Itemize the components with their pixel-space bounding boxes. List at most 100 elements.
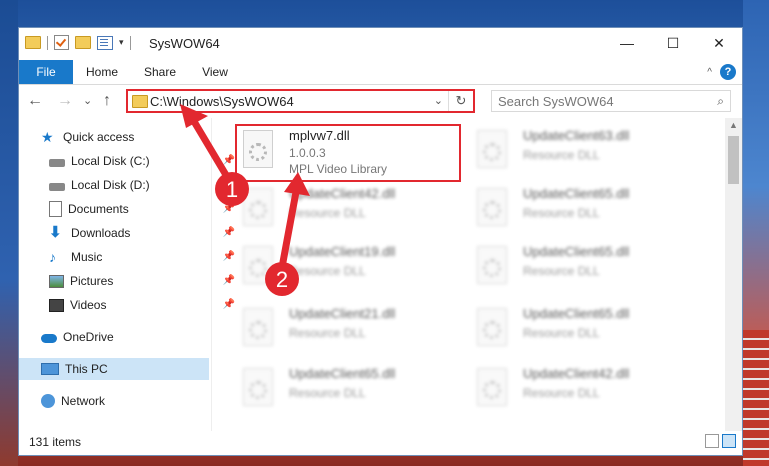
close-button[interactable]: ✕ [696, 28, 742, 58]
ribbon-tabs: File Home Share View ^ ? [19, 60, 742, 85]
file-type: Resource DLL [523, 264, 600, 278]
properties-check-icon[interactable] [54, 35, 69, 50]
status-bar: 131 items [19, 429, 742, 455]
file-item[interactable]: UpdateClient65.dll Resource DLL [469, 180, 699, 238]
sidebar-item-label: Network [61, 394, 106, 408]
maximize-button[interactable]: ☐ [650, 28, 696, 58]
tab-share[interactable]: Share [135, 60, 185, 84]
file-type: Resource DLL [523, 206, 600, 220]
sidebar-item-label: Videos [70, 298, 107, 312]
file-item[interactable]: UpdateClient19.dll Resource DLL [235, 238, 465, 296]
file-name: UpdateClient19.dll [289, 244, 396, 259]
scroll-thumb[interactable] [728, 136, 739, 184]
disk-icon [49, 182, 65, 191]
large-icons-view-icon[interactable] [722, 434, 736, 448]
gear-icon [249, 259, 267, 277]
sidebar-item-downloads[interactable]: ⬇ Downloads 📌 [19, 222, 239, 244]
forward-arrow-icon[interactable]: → [57, 92, 73, 110]
gear-icon [483, 201, 501, 219]
details-view-icon[interactable] [705, 434, 719, 448]
document-icon [49, 201, 62, 217]
search-icon: ⌕ [717, 94, 724, 108]
navigation-pane: ★ Quick access Local Disk (C:) 📌 Local D… [19, 118, 235, 431]
scroll-up-icon[interactable]: ▲ [725, 120, 742, 130]
sidebar-item-this-pc[interactable]: This PC [19, 358, 209, 380]
tab-file[interactable]: File [19, 60, 73, 84]
sidebar-item-quick-access[interactable]: ★ Quick access [19, 126, 231, 148]
dll-file-icon [243, 368, 273, 406]
file-item[interactable]: UpdateClient42.dll Resource DLL [469, 360, 699, 418]
sidebar-item-pictures[interactable]: Pictures 📌 [19, 270, 239, 292]
file-name: UpdateClient63.dll [523, 128, 630, 143]
file-item[interactable]: UpdateClient42.dll Resource DLL [235, 180, 465, 238]
file-type: Resource DLL [289, 264, 366, 278]
window-title: SysWOW64 [149, 36, 220, 51]
tab-home[interactable]: Home [77, 60, 127, 84]
address-path[interactable]: C:\Windows\SysWOW64 [150, 94, 294, 109]
address-dropdown-icon[interactable]: ⌄ [434, 94, 443, 107]
file-type: Resource DLL [523, 148, 600, 162]
file-type: Resource DLL [523, 326, 600, 340]
window-controls: — ☐ ✕ [604, 28, 742, 58]
explorer-window: ▾ SysWOW64 — ☐ ✕ File Home Share View ^ … [18, 27, 743, 456]
title-bar: ▾ SysWOW64 — ☐ ✕ [19, 28, 742, 60]
sidebar-item-local-disk-c[interactable]: Local Disk (C:) 📌 [19, 150, 239, 172]
dll-file-icon [477, 308, 507, 346]
search-input[interactable]: Search SysWOW64 [498, 94, 614, 109]
star-icon: ★ [41, 129, 54, 145]
file-name: UpdateClient65.dll [523, 244, 630, 259]
sidebar-item-label: Documents [68, 202, 129, 216]
navigation-bar: ← → ⌄ ↑ C:\Windows\SysWOW64 ⌄ ↻ Search S… [19, 84, 742, 118]
sidebar-item-local-disk-d[interactable]: Local Disk (D:) 📌 [19, 174, 239, 196]
file-type: Resource DLL [289, 386, 366, 400]
back-arrow-icon[interactable]: ← [27, 92, 43, 110]
gear-icon [249, 201, 267, 219]
quick-access-toolbar: ▾ [25, 35, 131, 50]
folder-icon [25, 36, 41, 49]
sidebar-item-label: Music [71, 250, 103, 264]
file-item[interactable]: UpdateClient65.dll Resource DLL [469, 300, 699, 358]
sidebar-item-videos[interactable]: Videos 📌 [19, 294, 239, 316]
file-item[interactable]: UpdateClient63.dll Resource DLL [469, 122, 699, 180]
dll-file-icon [243, 308, 273, 346]
recent-locations-icon[interactable]: ⌄ [83, 94, 92, 107]
file-name: UpdateClient21.dll [289, 306, 396, 321]
minimize-button[interactable]: — [604, 28, 650, 58]
vertical-scrollbar[interactable]: ▲ [725, 118, 742, 431]
sidebar-item-music[interactable]: ♪ Music 📌 [19, 246, 239, 268]
file-item[interactable]: UpdateClient65.dll Resource DLL [469, 238, 699, 296]
refresh-icon[interactable]: ↻ [448, 91, 473, 111]
pane-divider [211, 118, 212, 431]
sidebar-item-onedrive[interactable]: OneDrive [19, 326, 231, 348]
file-name: UpdateClient42.dll [289, 186, 396, 201]
file-name: UpdateClient65.dll [523, 186, 630, 201]
ribbon-right-controls: ^ ? [707, 64, 736, 80]
file-name: UpdateClient42.dll [523, 366, 630, 381]
gear-icon [483, 381, 501, 399]
address-folder-icon [132, 95, 148, 108]
search-box[interactable]: Search SysWOW64 ⌕ [491, 90, 731, 112]
file-item[interactable]: UpdateClient21.dll Resource DLL [235, 300, 465, 358]
file-item[interactable]: UpdateClient65.dll Resource DLL [235, 360, 465, 418]
gear-icon [483, 321, 501, 339]
help-icon[interactable]: ? [720, 64, 736, 80]
gear-icon [249, 321, 267, 339]
sidebar-item-label: Local Disk (D:) [71, 178, 150, 192]
sidebar-item-network[interactable]: Network [19, 390, 231, 412]
toolbar-separator [129, 35, 131, 50]
dll-file-icon [243, 246, 273, 284]
dll-file-icon [477, 188, 507, 226]
address-bar[interactable]: C:\Windows\SysWOW64 ⌄ ↻ [126, 89, 475, 113]
tab-view[interactable]: View [191, 60, 239, 84]
sidebar-item-label: This PC [65, 362, 108, 376]
collapse-ribbon-icon[interactable]: ^ [707, 67, 712, 78]
file-highlight-box [235, 124, 461, 182]
network-icon [41, 394, 55, 408]
toolbar-dropdown-icon[interactable]: ▾ [119, 37, 124, 48]
up-arrow-icon[interactable]: ↑ [103, 92, 111, 110]
customize-icon[interactable] [97, 35, 113, 50]
sidebar-item-documents[interactable]: Documents 📌 [19, 198, 239, 220]
new-folder-icon[interactable] [75, 36, 91, 49]
gear-icon [249, 381, 267, 399]
videos-icon [49, 298, 64, 312]
